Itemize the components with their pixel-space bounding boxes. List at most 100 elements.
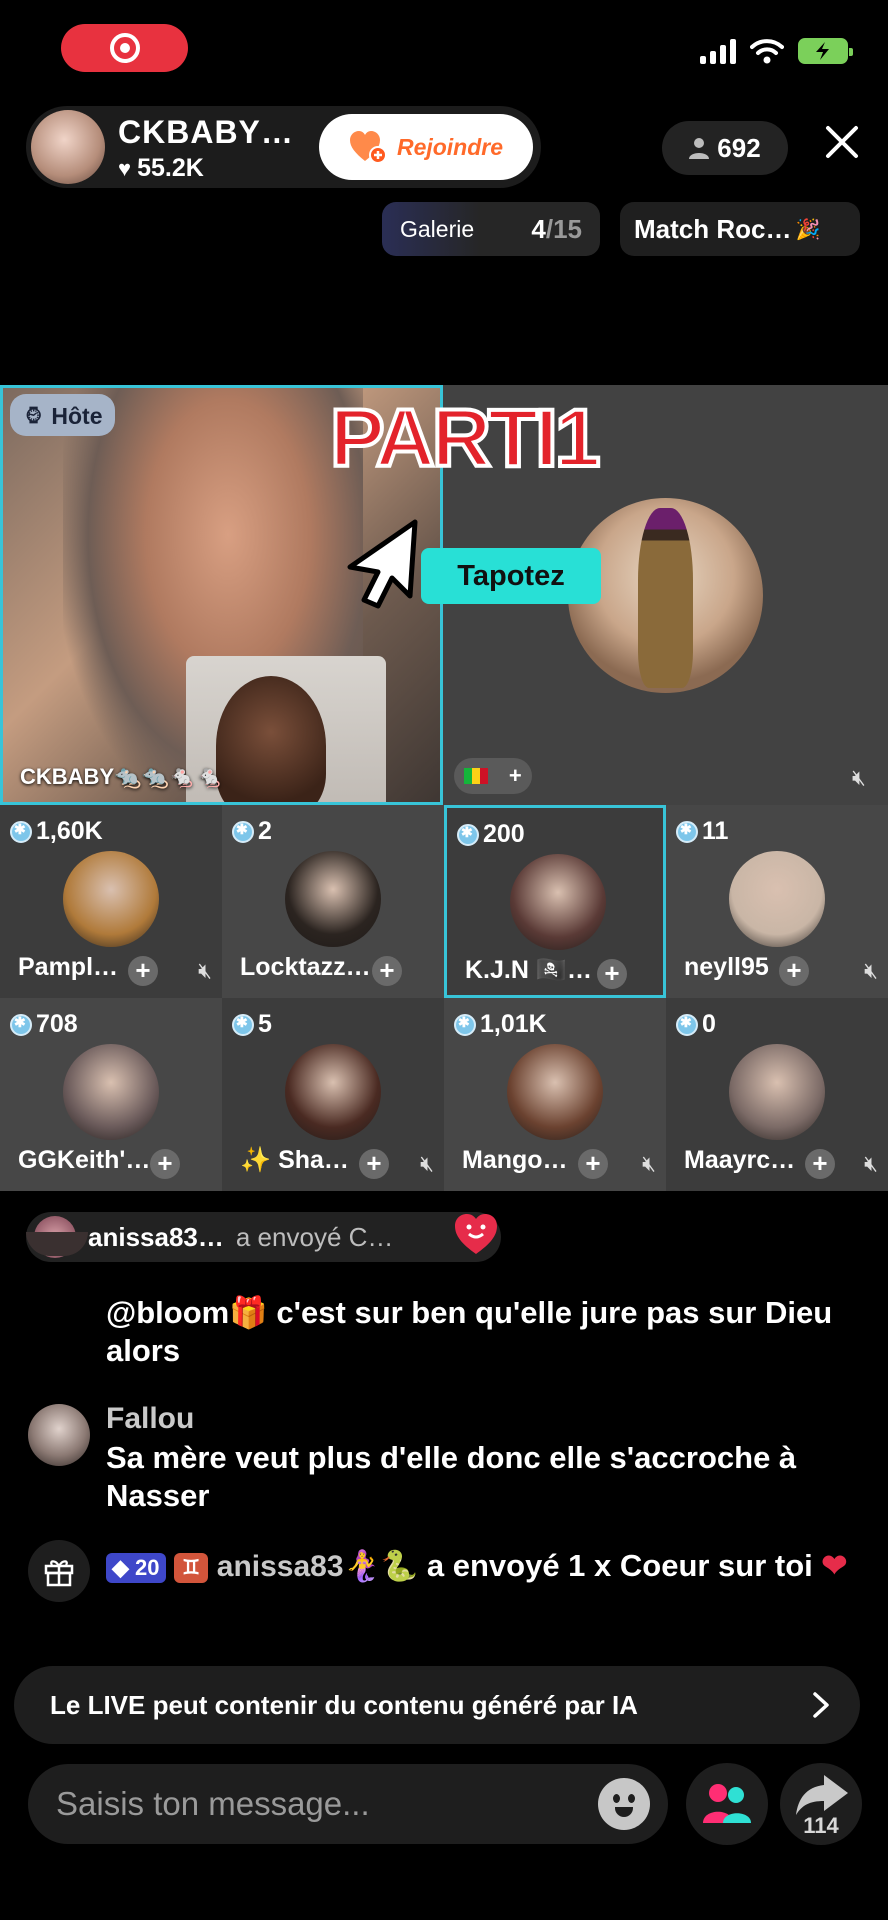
guest-avatar[interactable]	[285, 1044, 381, 1140]
guest-name[interactable]: K.J.N 🏴‍☠️…	[465, 956, 592, 985]
guest-name[interactable]: Mango…	[462, 1146, 568, 1175]
chat-username[interactable]: Fallou	[106, 1402, 194, 1436]
host-name[interactable]: CKBABY…	[118, 114, 294, 151]
coin-icon	[232, 1013, 254, 1036]
battery-charging-icon	[798, 38, 853, 64]
guest-tile[interactable]: 2 Locktazz…+	[222, 805, 444, 998]
gift-banner[interactable]: anissa83… a envoyé C…	[26, 1212, 501, 1262]
join-label: Rejoindre	[396, 133, 504, 160]
heart-icon: ♥	[118, 155, 132, 181]
gift-event-user[interactable]: anissa83🧜‍♀️🐍	[217, 1550, 418, 1583]
coin-icon	[676, 1013, 698, 1036]
chevron-right-icon	[813, 1692, 829, 1718]
heart-gift-icon	[455, 1214, 497, 1254]
viewer-count[interactable]: 692	[662, 121, 788, 175]
mic-muted-icon: 🔇︎	[864, 958, 878, 983]
add-guest-icon[interactable]: +	[359, 1149, 389, 1179]
guest-score-value: 708	[36, 1010, 78, 1038]
add-guest-icon[interactable]: +	[578, 1149, 608, 1179]
gift-event-text: a envoyé 1 x Coeur sur toi	[426, 1548, 813, 1583]
message-input-placeholder: Saisis ton message...	[56, 1785, 370, 1822]
coin-icon	[10, 1013, 32, 1036]
guest-name[interactable]: ✨ Sha…	[240, 1146, 349, 1175]
match-emoji-icon: 🎉	[795, 218, 821, 241]
host-avatar[interactable]	[31, 110, 105, 184]
guest-avatar[interactable]	[510, 854, 606, 950]
heart-gift-small-icon: ❤︎	[821, 1548, 848, 1583]
add-guest-icon[interactable]: +	[150, 1149, 180, 1179]
add-guest-icon[interactable]: +	[597, 959, 627, 989]
host-likes-count: 55.2K	[137, 154, 204, 182]
add-guest-icon[interactable]: +	[805, 1149, 835, 1179]
gallery-total: /15	[545, 213, 582, 244]
guest-tile[interactable]: 200 K.J.N 🏴‍☠️…+	[444, 805, 666, 998]
guest-flag-chip[interactable]: +	[454, 758, 532, 794]
message-input[interactable]: Saisis ton message...	[28, 1764, 668, 1844]
guest-score-value: 0	[702, 1010, 716, 1038]
gallery-label: Galerie	[400, 215, 475, 242]
guest-name[interactable]: Pampl…	[18, 953, 118, 982]
emoji-icon[interactable]	[598, 1778, 650, 1830]
guest-avatar[interactable]	[507, 1044, 603, 1140]
share-button[interactable]: 114	[780, 1763, 862, 1845]
tap-button[interactable]: Tapotez	[421, 548, 601, 604]
gift-event-avatar	[28, 1540, 90, 1602]
cursor-icon	[347, 519, 418, 609]
mic-muted-icon: 🔇︎	[420, 1151, 434, 1176]
guest-avatar[interactable]	[63, 1044, 159, 1140]
guest-avatar[interactable]	[63, 851, 159, 947]
guest-score: 11	[676, 817, 728, 846]
coin-icon	[676, 820, 698, 843]
ai-content-notice[interactable]: Le LIVE peut contenir du contenu généré …	[14, 1666, 860, 1744]
guest-tile[interactable]: 708 GGKeith'…+	[0, 998, 222, 1191]
add-guest-icon[interactable]: +	[372, 956, 402, 986]
guests-button[interactable]	[686, 1763, 768, 1845]
guest-score: 0	[676, 1010, 716, 1039]
guest-avatar[interactable]	[729, 851, 825, 947]
chat-message-text: Sa mère veut plus d'elle donc elle s'acc…	[106, 1440, 797, 1513]
guest-name[interactable]: GGKeith'…	[18, 1146, 150, 1175]
guest-avatar[interactable]	[285, 851, 381, 947]
guest-name[interactable]: Maayrc…	[684, 1146, 795, 1175]
coin-icon	[457, 823, 479, 846]
guest-tile[interactable]: 5 ✨ Sha… + 🔇︎	[222, 998, 444, 1191]
wifi-icon	[750, 39, 784, 64]
gallery-button[interactable]: Galerie 4/15	[382, 202, 600, 256]
guest-tile[interactable]: 11 neyll95 + 🔇︎	[666, 805, 888, 998]
gallery-count: 4/15	[531, 214, 582, 245]
join-button[interactable]: Rejoindre	[319, 114, 533, 180]
share-count: 114	[803, 1813, 839, 1838]
guest-score-value: 1,60K	[36, 817, 103, 845]
person-icon	[689, 138, 710, 159]
gift-banner-text: a envoyé C…	[235, 1221, 394, 1252]
guest-score-value: 200	[483, 820, 525, 848]
add-guest-icon[interactable]: +	[779, 956, 809, 986]
add-icon: +	[508, 763, 522, 788]
screen-recording-indicator[interactable]	[61, 24, 188, 72]
viewer-count-value: 692	[717, 132, 761, 163]
guest-tile[interactable]: 1,01K Mango… + 🔇︎	[444, 998, 666, 1191]
guest-name[interactable]: neyll95	[684, 953, 769, 982]
share-arrow-icon	[796, 1775, 848, 1815]
record-icon	[109, 33, 140, 63]
guest-score: 1,60K	[10, 817, 103, 846]
guest-score: 200	[457, 820, 525, 849]
chat-message: @bloom🎁 c'est sur ben qu'elle jure pas s…	[106, 1294, 866, 1370]
guest-score-value: 1,01K	[480, 1010, 547, 1038]
guest-score-value: 11	[702, 817, 729, 845]
close-button[interactable]	[820, 124, 864, 168]
add-guest-icon[interactable]: +	[128, 956, 158, 986]
guest-name[interactable]: Locktazz…	[240, 953, 371, 982]
guest-avatar[interactable]	[729, 1044, 825, 1140]
chat-avatar[interactable]	[28, 1404, 90, 1466]
gallery-current: 4	[531, 213, 546, 244]
guest-tile[interactable]: 0 Maayrc… + 🔇︎	[666, 998, 888, 1191]
mic-muted-icon: 🔇︎	[642, 1151, 656, 1176]
guest-score: 2	[232, 817, 272, 846]
guest-score: 708	[10, 1010, 78, 1039]
match-button[interactable]: Match Roc… 🎉	[620, 202, 860, 256]
gift-event-message: ◆ 20 ♊︎ anissa83🧜‍♀️🐍 a envoyé 1 x Coeur…	[106, 1547, 866, 1586]
coin-icon	[232, 820, 254, 843]
guest-tile[interactable]: 1,60K Pampl… + 🔇︎	[0, 805, 222, 998]
host-tile-name: CKBABY🐀🐀🐁🐁	[20, 764, 224, 789]
